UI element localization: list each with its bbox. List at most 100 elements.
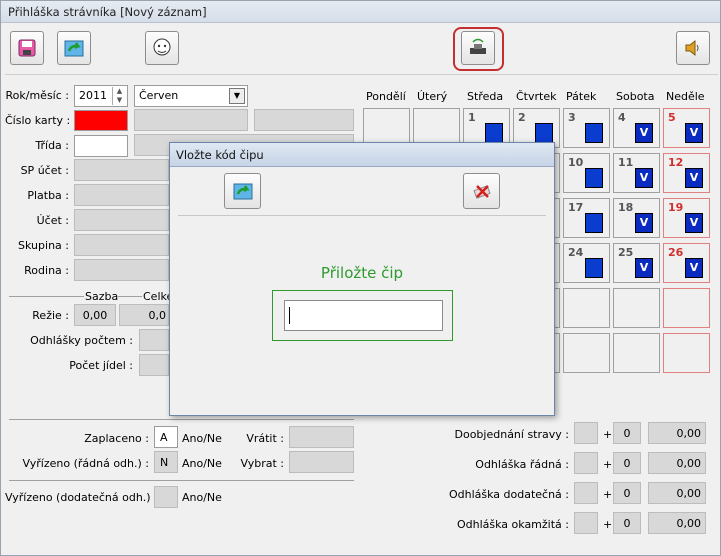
day-header-sun: Neděle	[666, 90, 705, 103]
save-button[interactable]	[10, 31, 44, 65]
odhlasky-poctem-field	[139, 329, 169, 351]
main-window: Přihláška strávníka [Nový záznam] Rok/mě…	[0, 0, 721, 556]
sound-button[interactable]	[676, 31, 710, 65]
year-spinner[interactable]: 2011 ▲ ▼	[74, 85, 128, 107]
meal-marker[interactable]	[535, 123, 553, 143]
day-number: 10	[568, 156, 584, 169]
sp-ucet-label: SP účet :	[20, 164, 69, 177]
calendar-day-5[interactable]: 5V	[663, 108, 710, 148]
toolbar-divider	[5, 74, 718, 75]
day-header-mon: Pondělí	[366, 90, 406, 103]
odhlasky-poctem-label: Odhlášky počtem :	[30, 334, 133, 347]
meal-marker[interactable]	[485, 123, 503, 143]
skupina-label: Skupina :	[18, 239, 69, 252]
day-number: 1	[468, 111, 476, 124]
summary-field	[574, 452, 598, 474]
refresh-button[interactable]	[57, 31, 91, 65]
meal-marker[interactable]	[585, 213, 603, 233]
summary-label-doobjednani: Doobjednání stravy :	[454, 428, 570, 441]
month-select[interactable]: Červen ▼	[134, 85, 248, 107]
summary-label-okamzita: Odhláška okamžitá :	[456, 518, 569, 531]
calendar-day-3[interactable]: 3	[563, 108, 610, 148]
calendar-day-19[interactable]: 19 V	[663, 198, 710, 238]
pocet-jidel-field	[139, 354, 169, 376]
rezie-label: Režie :	[32, 309, 69, 322]
card-info-field-2	[254, 109, 354, 131]
vyrizeno-dod-options: Ano/Ne	[182, 491, 222, 504]
meal-marker[interactable]	[585, 123, 603, 143]
meal-marker[interactable]	[585, 258, 603, 278]
spinner-arrows-icon[interactable]: ▲ ▼	[112, 87, 126, 105]
plus-sign: +	[603, 458, 613, 471]
family-field	[74, 259, 169, 281]
summary-amount: 0,00	[648, 482, 706, 504]
meal-marker[interactable]: V	[685, 168, 703, 188]
summary-count: 0	[613, 422, 641, 444]
meal-marker[interactable]: V	[685, 123, 703, 143]
card-number-field[interactable]	[74, 110, 128, 131]
summary-field	[574, 482, 598, 504]
dialog-prompt: Přiložte čip	[320, 264, 404, 282]
calendar-day-25[interactable]: 25 V	[613, 243, 660, 283]
day-number: 24	[568, 246, 584, 259]
class-field[interactable]	[74, 135, 128, 157]
payment-divider-top	[9, 419, 354, 420]
chevron-down-icon: ▼	[229, 88, 245, 104]
dialog-confirm-button[interactable]	[224, 173, 261, 209]
chip-code-dialog: Vložte kód čipu Přiložte čip	[169, 142, 555, 416]
calendar-day-4[interactable]: 4V	[613, 108, 660, 148]
chip-reader-button[interactable]	[461, 31, 495, 65]
day-number: 17	[568, 201, 584, 214]
photo-button[interactable]	[145, 31, 179, 65]
meal-marker[interactable]: V	[635, 258, 653, 278]
calendar-day-26[interactable]: 26 V	[663, 243, 710, 283]
calendar-day-11[interactable]: 11 V	[613, 153, 660, 193]
chip-input-frame	[272, 290, 453, 341]
photo-icon	[153, 38, 171, 56]
vybrat-field	[289, 451, 354, 473]
platba-label: Platba :	[27, 189, 69, 202]
vyrizeno-dod-field[interactable]	[154, 486, 178, 508]
calendar-day-17[interactable]: 17	[563, 198, 610, 238]
day-number: 3	[568, 111, 576, 124]
trida-label: Třída :	[35, 139, 69, 152]
chip-code-input[interactable]	[284, 300, 443, 331]
zaplaceno-label: Zaplaceno :	[84, 432, 149, 445]
chip-reader-icon	[470, 38, 486, 54]
cislo-karty-label: Číslo karty :	[5, 114, 71, 127]
meal-marker[interactable]: V	[685, 258, 703, 278]
meal-marker[interactable]: V	[635, 123, 653, 143]
vyrizeno-field[interactable]: N	[154, 451, 178, 473]
plus-sign: +	[603, 518, 613, 531]
account-field	[74, 209, 169, 231]
vratit-field	[289, 426, 354, 448]
calendar-day-empty	[563, 333, 610, 373]
calendar-day-18[interactable]: 18 V	[613, 198, 660, 238]
zaplaceno-field[interactable]: A	[154, 426, 178, 448]
dialog-cancel-button[interactable]	[463, 173, 500, 209]
calendar-day-12[interactable]: 12 V	[663, 153, 710, 193]
card-info-field-1	[134, 109, 248, 131]
meal-marker[interactable]: V	[635, 168, 653, 188]
calendar-day-empty	[663, 333, 710, 373]
day-header-fri: Pátek	[566, 90, 597, 103]
window-title: Přihláška strávníka [Nový záznam]	[1, 1, 720, 23]
ucet-label: Účet :	[36, 214, 69, 227]
vyrizeno-label: Vyřízeno (řádná odh.) :	[22, 457, 149, 470]
summary-label-dodatecna: Odhláška dodatečná :	[448, 488, 569, 501]
dialog-divider	[178, 215, 546, 216]
day-number: 2	[518, 111, 526, 124]
meal-marker[interactable]	[585, 168, 603, 188]
day-header-thu: Čtvrtek	[516, 90, 557, 103]
meal-marker[interactable]: V	[685, 213, 703, 233]
day-number: 11	[618, 156, 634, 169]
sazba-divider-left	[9, 296, 84, 297]
refresh-icon	[233, 183, 252, 200]
calendar-day-10[interactable]: 10	[563, 153, 610, 193]
calendar-day-24[interactable]: 24	[563, 243, 610, 283]
payment-field	[74, 184, 169, 206]
sazba-divider-mid	[118, 296, 142, 297]
summary-label-radna: Odhláška řádná :	[475, 458, 569, 471]
meal-marker[interactable]: V	[635, 213, 653, 233]
day-header-sat: Sobota	[616, 90, 655, 103]
